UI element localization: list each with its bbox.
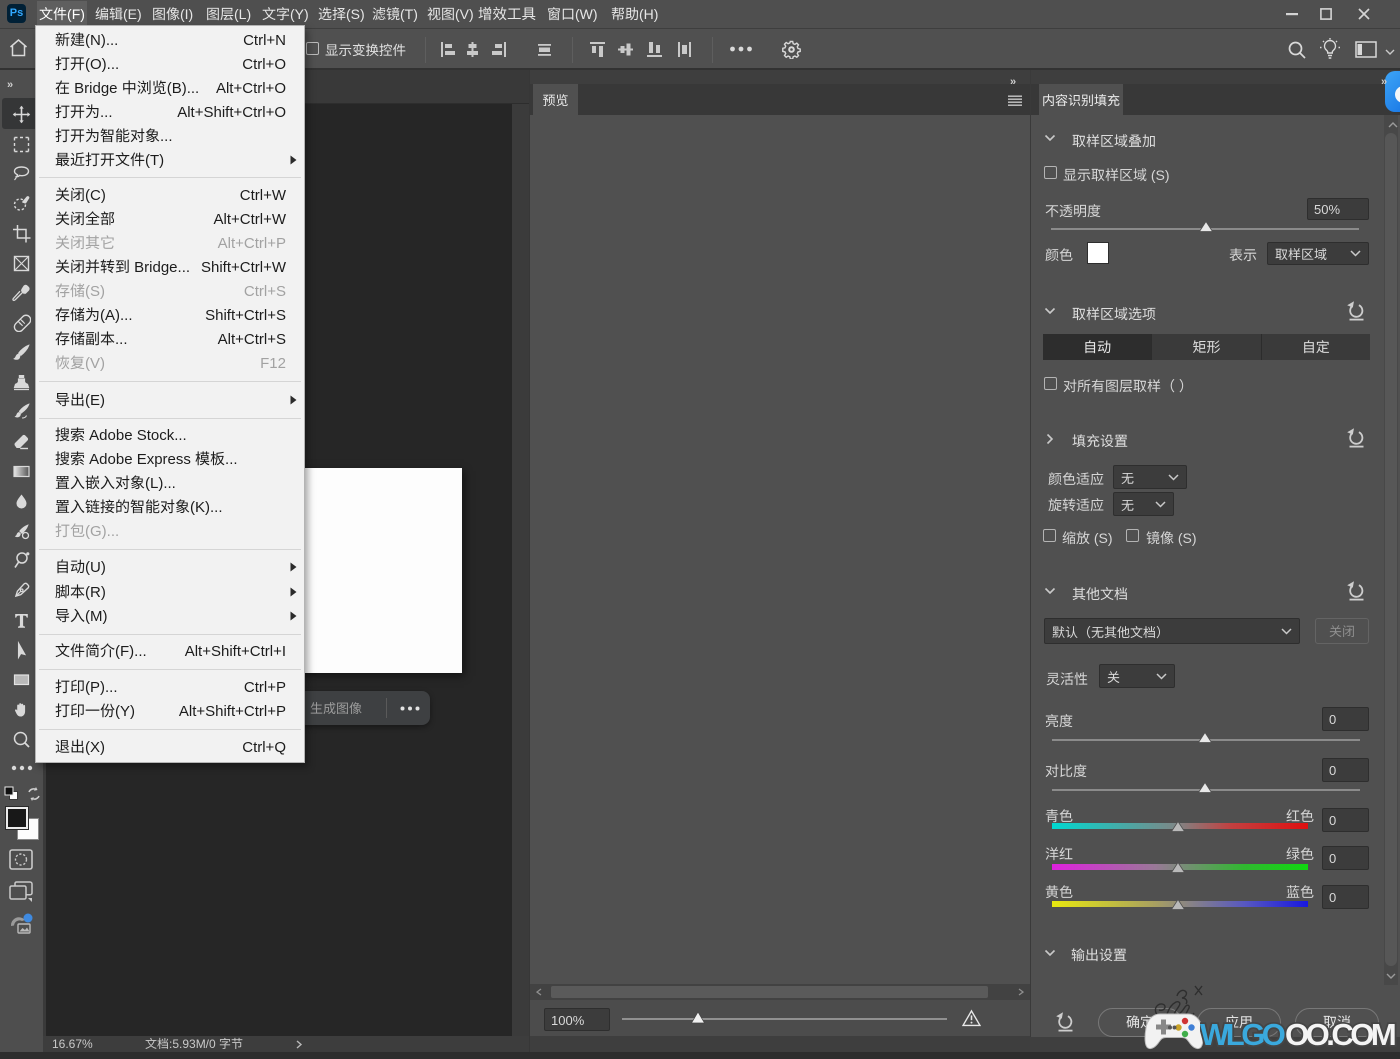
svg-text:OO.COM: OO.COM [1285,1017,1395,1052]
svg-text:WLGO: WLGO [1200,1017,1285,1052]
